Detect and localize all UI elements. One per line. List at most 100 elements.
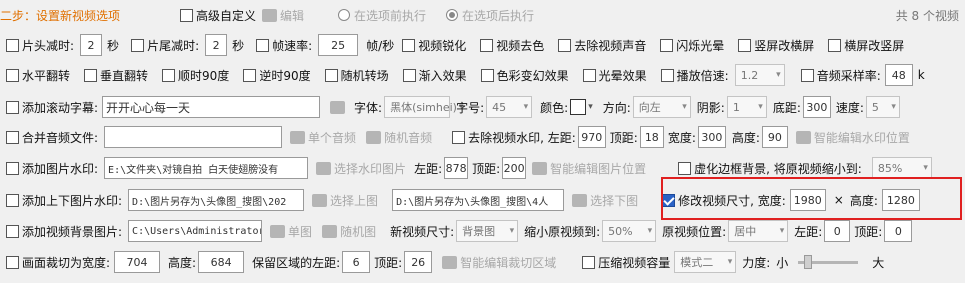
audio-path-input[interactable] [104,126,283,148]
step-title: 二步：设置新视频选项 [0,8,121,23]
subtitle-text-input[interactable]: 开开心心每一天 [102,96,321,118]
top-label: 顶距: [374,255,403,270]
keep-left-label: 保留区域的左距: [252,255,341,270]
blur-scale-select[interactable]: 85% ▾ [871,157,932,179]
run-before-radio[interactable]: 在选项前执行 [338,7,426,24]
remove-audio-checkbox[interactable]: 去除视频声音 [558,37,646,54]
single-audio-button[interactable]: 单个音频 [290,129,356,146]
wm-width-input[interactable]: 300 [697,126,726,148]
flash-checkbox[interactable]: 闪烁光晕 [660,37,724,54]
compress-checkbox[interactable]: 压缩视频容量 [582,254,670,271]
wm-height-input[interactable]: 90 [761,126,788,148]
updown-watermark-checkbox[interactable]: 添加上下图片水印: [6,192,122,209]
crop-width-input[interactable]: 704 [114,251,161,273]
shrink-label: 缩小原视频到: [524,224,601,239]
img-watermark-checkbox[interactable]: 添加图片水印: [6,160,98,177]
run-after-radio[interactable]: 在选项后执行 [446,7,534,24]
strength-slider[interactable] [798,254,859,269]
advanced-custom-checkbox[interactable]: 高级自定义 [180,7,256,24]
down-image-path[interactable]: D:\图片另存为\头像图_搜图\4人 [392,189,565,211]
left-label: 左距: [414,161,443,176]
random-image-button[interactable]: 随机图 [322,223,376,240]
bg-image-checkbox[interactable]: 添加视频背景图片: [6,223,122,240]
wm-top-input[interactable]: 18 [639,126,664,148]
scroll-speed-select[interactable]: 5 ▾ [865,96,900,118]
random-transition-checkbox[interactable]: 随机转场 [324,67,389,84]
blur-bg-checkbox[interactable]: 虚化边框背景, 将原视频缩小到: [678,160,862,177]
crop-top-input[interactable]: 26 [404,251,433,273]
row-merge-audio: 合并音频文件: 单个音频 随机音频 去除视频水印, 左距: 970 顶距: 18… [0,124,965,150]
height-label: 高度: [731,130,760,145]
keep-left-input[interactable]: 6 [342,251,371,273]
total-count: 共 8 个视频 [895,8,959,23]
fps-checkbox[interactable]: 帧速率: [256,37,312,54]
music-note-icon [366,130,382,144]
head-cut-input[interactable]: 2 [80,34,103,56]
scroll-sub-checkbox[interactable]: 添加滚动字幕: [6,99,98,116]
color-label: 颜色: [540,100,569,115]
crop-checkbox[interactable]: 画面裁切为宽度: [6,254,110,271]
font-select[interactable]: 黑体(simhei) ▾ [384,96,464,118]
smart-image-position-button[interactable]: 智能编辑图片位置 [532,160,646,177]
img-top-input[interactable]: 200 [502,157,527,179]
halo-checkbox[interactable]: 光晕效果 [582,67,647,84]
shrink-select[interactable]: 50% ▾ [602,220,657,242]
sample-rate-input[interactable]: 48 [884,64,913,86]
image-icon [270,224,286,238]
up-image-path[interactable]: D:\图片另存为\头像图_搜图\202 [128,189,305,211]
direction-label: 方向: [602,100,631,115]
position-select[interactable]: 居中 ▾ [728,220,789,242]
compress-mode-select[interactable]: 模式二 ▾ [674,251,737,273]
smart-crop-button[interactable]: 智能编辑裁切区域 [442,254,556,271]
new-size-select[interactable]: 背景图 ▾ [456,220,519,242]
remove-watermark-checkbox[interactable]: 去除视频水印, 左距: [452,129,576,146]
bg-top-input[interactable]: 0 [884,220,913,242]
tail-cut-checkbox[interactable]: 片尾减时: [131,37,199,54]
size-label: 字号: [456,100,485,115]
choose-down-image-button[interactable]: 选择下图 [572,192,638,209]
bottom-input[interactable]: 300 [802,96,831,118]
direction-select[interactable]: 向左 ▾ [632,96,691,118]
color-picker[interactable]: ▾ [570,99,593,115]
edit-icon [442,255,458,269]
single-image-button[interactable]: 单图 [270,223,312,240]
size-select[interactable]: 45 ▾ [486,96,533,118]
edit-icon[interactable] [330,100,346,114]
merge-audio-checkbox[interactable]: 合并音频文件: [6,129,98,146]
shadow-label: 阴影: [696,100,725,115]
left-label: 左距: [794,224,823,239]
bg-image-path[interactable]: C:\Users\Administrator\ [128,220,263,242]
speed-select[interactable]: 1.2 ▾ [734,64,785,86]
row-crop: 画面裁切为宽度: 704 高度: 684 保留区域的左距: 6 顶距: 26 智… [0,249,965,275]
edit-button[interactable]: 编辑 [262,7,304,24]
choose-watermark-image-button[interactable]: 选择水印图片 [316,160,406,177]
vflip-checkbox[interactable]: 垂直翻转 [84,67,148,84]
wm-left-input[interactable]: 970 [577,126,606,148]
img-left-input[interactable]: 878 [444,157,469,179]
sharpen-checkbox[interactable]: 视频锐化 [402,37,466,54]
image-icon [316,161,332,175]
img-watermark-path[interactable]: E:\文件夹\对镜自拍 白天使翅膀没有 [104,157,309,179]
hflip-checkbox[interactable]: 水平翻转 [6,67,70,84]
crop-height-input[interactable]: 684 [198,251,245,273]
head-cut-checkbox[interactable]: 片头减时: [6,37,74,54]
decolor-checkbox[interactable]: 视频去色 [480,37,544,54]
edit-icon [795,130,811,144]
strength-label: 力度: [742,255,771,270]
tail-cut-input[interactable]: 2 [205,34,228,56]
choose-up-image-button[interactable]: 选择上图 [312,192,378,209]
cw90-checkbox[interactable]: 顺时90度 [162,67,229,84]
row-basic-trim: 片头减时: 2 秒 片尾减时: 2 秒 帧速率: 25 帧/秒 视频锐化 视频去… [0,32,965,58]
shadow-select[interactable]: 1 ▾ [726,96,767,118]
ccw90-checkbox[interactable]: 逆时90度 [243,67,311,84]
color-change-checkbox[interactable]: 色彩变幻效果 [480,67,569,84]
smart-watermark-button[interactable]: 智能编辑水印位置 [795,129,910,146]
portrait-to-landscape-checkbox[interactable]: 竖屏改横屏 [738,37,814,54]
landscape-to-portrait-checkbox[interactable]: 横屏改竖屏 [828,37,904,54]
bg-left-input[interactable]: 0 [824,220,851,242]
fade-in-checkbox[interactable]: 渐入效果 [402,67,467,84]
random-audio-button[interactable]: 随机音频 [366,129,432,146]
sample-rate-checkbox[interactable]: 音频采样率: [800,67,881,84]
fps-input[interactable]: 25 [318,34,359,56]
speed-checkbox[interactable]: 播放倍速: [660,67,729,84]
